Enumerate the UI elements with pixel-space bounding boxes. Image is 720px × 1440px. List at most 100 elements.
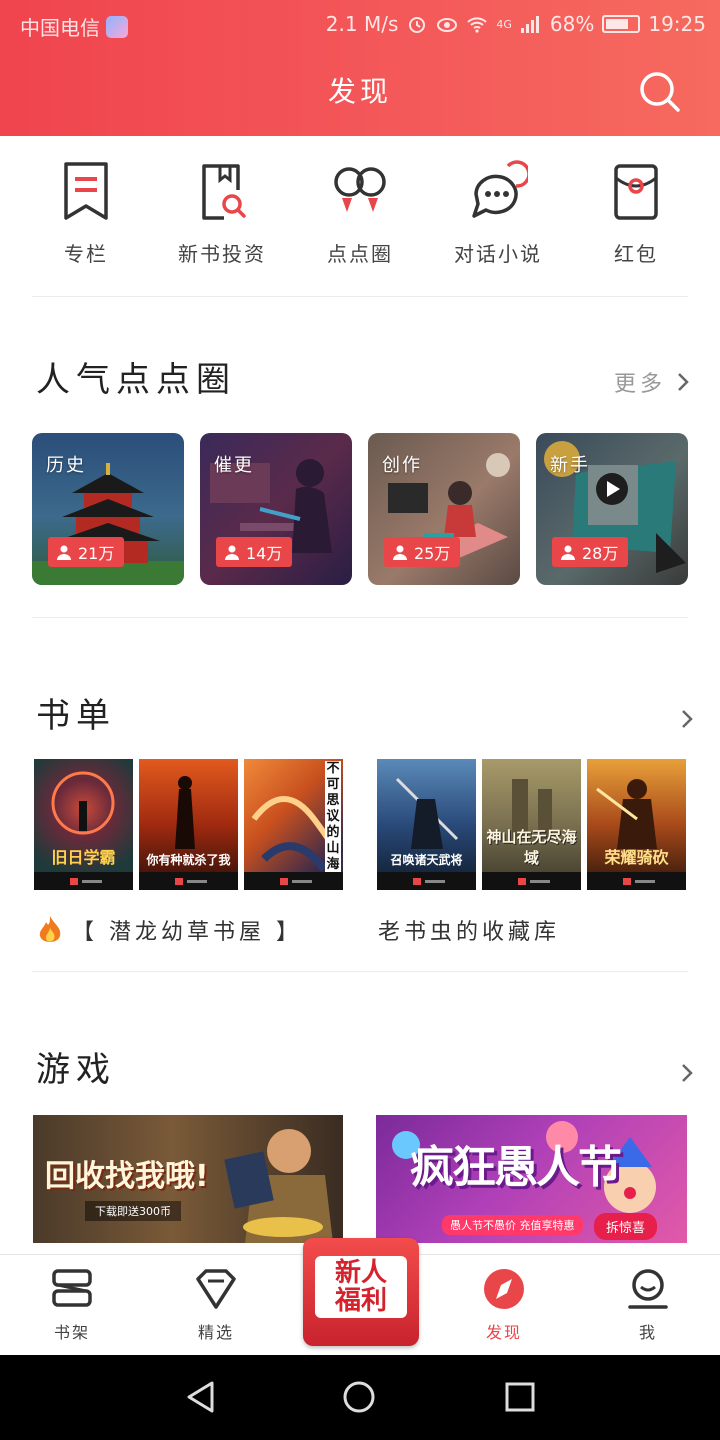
network-speed: 2.1 M/s	[325, 12, 399, 36]
divider	[32, 971, 688, 972]
welfare-line-1: 新人	[334, 1258, 387, 1288]
nav-bookshelf[interactable]: 书架	[12, 1267, 132, 1343]
alarm-icon	[409, 17, 426, 33]
book-footer	[482, 872, 581, 890]
entry-label: 专栏	[64, 242, 108, 266]
back-icon[interactable]	[184, 1380, 218, 1414]
person-icon	[57, 545, 71, 560]
welfare-label-box: 新人 福利	[315, 1256, 407, 1318]
nav-featured[interactable]: 精选	[156, 1267, 276, 1343]
game-banner[interactable]: 疯狂愚人节 愚人节不愚价 充值享特惠 拆惊喜	[376, 1115, 687, 1243]
home-icon[interactable]	[342, 1380, 376, 1414]
book-cover[interactable]: 召唤诸天武将	[377, 759, 476, 890]
person-icon	[225, 545, 239, 560]
diamond-icon	[196, 1269, 236, 1309]
booklist-name[interactable]: 老书虫的收藏库	[378, 914, 560, 946]
book-title: 不可思议的山海	[325, 761, 341, 873]
member-count-badge: 14万	[216, 537, 293, 567]
entry-label: 对话小说	[454, 242, 542, 266]
entry-label: 新书投资	[178, 242, 266, 266]
carrier-app-icon	[106, 15, 128, 38]
section-title-popular-circles: 人气点点圈	[36, 360, 236, 400]
book-footer	[244, 872, 343, 890]
profile-icon	[628, 1269, 668, 1309]
new-user-welfare-button[interactable]: 新人 福利	[303, 1238, 419, 1346]
chevron-right-icon	[678, 373, 689, 391]
member-count-badge: 21万	[48, 537, 125, 567]
system-nav-bar	[0, 1355, 720, 1440]
castle-illustration	[512, 779, 552, 839]
member-count: 21万	[78, 544, 115, 563]
open-surprise-button[interactable]: 拆惊喜	[594, 1213, 658, 1240]
person-icon	[561, 545, 575, 560]
header-bar: 中国电信 2.1 M/s 4G 68% 19:25 发现	[0, 0, 720, 136]
book-footer	[139, 872, 238, 890]
circle-card-create[interactable]: 创作 25万	[368, 433, 520, 585]
member-count: 25万	[414, 544, 451, 563]
entry-chat-novel[interactable]: 对话小说	[428, 160, 568, 267]
divider	[32, 296, 688, 297]
recents-icon[interactable]	[503, 1380, 537, 1414]
divider	[32, 617, 688, 618]
status-left: 中国电信	[20, 12, 128, 41]
nav-label: 发现	[485, 1323, 522, 1342]
portal-illustration	[51, 771, 115, 835]
status-bar: 中国电信 2.1 M/s 4G 68% 19:25	[0, 0, 720, 50]
bookshelf-icon	[52, 1269, 92, 1307]
book-cover[interactable]: 不可思议的山海	[244, 759, 343, 890]
battery-icon	[602, 15, 641, 33]
welfare-line-2: 福利	[334, 1286, 387, 1316]
entry-circles[interactable]: 点点圈	[290, 160, 430, 267]
nav-discover[interactable]: 发现	[444, 1267, 564, 1343]
book-title: 荣耀骑砍	[604, 848, 669, 867]
more-label: 更多	[613, 372, 666, 397]
section-title-games: 游戏	[36, 1050, 116, 1090]
more-link[interactable]: 更多	[614, 366, 690, 398]
circle-tag: 创作	[382, 455, 422, 476]
eye-icon	[437, 18, 458, 32]
quick-entries: 专栏 新书投资 点点圈 对话小说 红包	[0, 160, 720, 270]
circle-tag: 催更	[214, 455, 254, 476]
game-subtitle: 下载即送300币	[85, 1201, 181, 1221]
book-cover[interactable]: 你有种就杀了我	[139, 759, 238, 890]
battery-percent: 68%	[549, 12, 595, 36]
nav-profile[interactable]: 我	[588, 1267, 708, 1343]
nav-label: 我	[638, 1323, 657, 1342]
game-headline: 疯狂愚人节	[410, 1142, 622, 1193]
fire-icon	[39, 916, 61, 942]
circle-tag: 新手	[550, 455, 590, 476]
warrior-illustration	[175, 776, 195, 849]
section-title-booklists: 书单	[36, 696, 116, 736]
book-title: 你有种就杀了我	[146, 853, 231, 867]
book-cover[interactable]: 旧日学霸	[34, 759, 133, 890]
clock: 19:25	[648, 12, 706, 36]
member-count-badge: 28万	[552, 537, 629, 567]
game-banner[interactable]: 回收找我哦! 下载即送300币	[33, 1115, 343, 1243]
compass-icon	[484, 1269, 524, 1309]
book-footer	[587, 872, 686, 890]
book-title: 召唤诸天武将	[390, 853, 463, 867]
circle-tag: 历史	[46, 455, 86, 476]
book-title: 神山在无尽海域	[486, 828, 577, 867]
circle-card-urge[interactable]: 催更 14万	[200, 433, 352, 585]
circle-card-history[interactable]: 历史 21万	[32, 433, 184, 585]
book-cover[interactable]: 荣耀骑砍	[587, 759, 686, 890]
circle-card-newbie[interactable]: 新手 28万	[536, 433, 688, 585]
chevron-right-icon[interactable]	[680, 708, 694, 730]
search-icon[interactable]	[638, 70, 682, 114]
entry-red-packet[interactable]: 红包	[566, 160, 706, 267]
entry-label: 红包	[614, 242, 658, 266]
booklist-name[interactable]: 【 潜龙幼草书屋 】	[72, 914, 302, 946]
chevron-right-icon[interactable]	[680, 1062, 694, 1084]
nav-label: 书架	[53, 1323, 90, 1342]
entry-column[interactable]: 专栏	[16, 160, 156, 267]
circles-icon	[334, 167, 386, 212]
book-search-icon	[202, 164, 246, 220]
book-cover[interactable]: 神山在无尽海域	[482, 759, 581, 890]
entry-new-book-invest[interactable]: 新书投资	[152, 160, 292, 267]
game-headline: 回收找我哦!	[45, 1159, 209, 1194]
game-subtitle: 愚人节不愚价 充值享特惠	[442, 1215, 583, 1235]
book-footer	[377, 872, 476, 890]
book-title: 旧日学霸	[51, 848, 116, 867]
red-packet-icon	[614, 164, 658, 220]
